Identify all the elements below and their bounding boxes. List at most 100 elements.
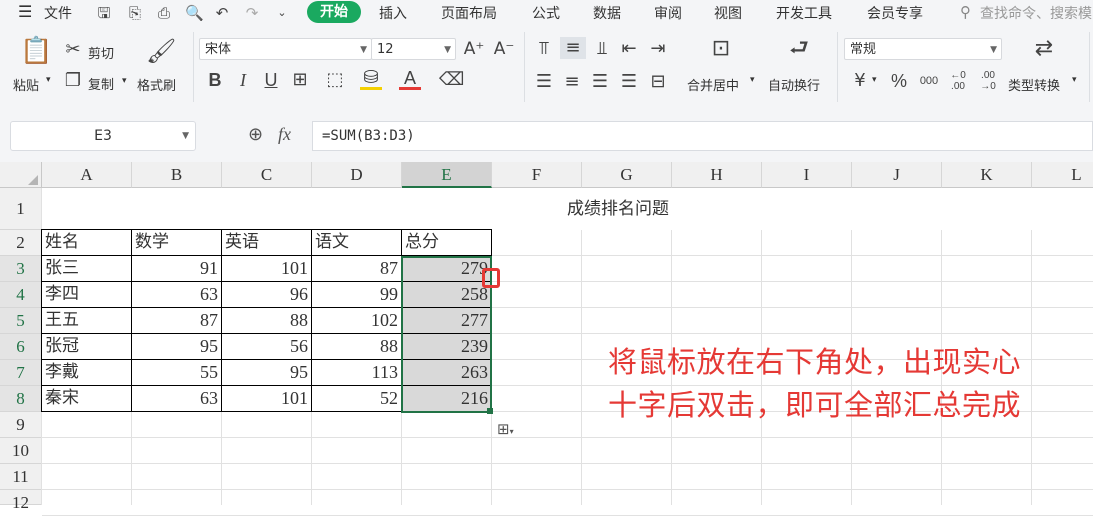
justify-icon[interactable]: ☰ bbox=[619, 71, 639, 93]
thousands-separator-button[interactable]: 000 bbox=[917, 70, 941, 92]
table-cell[interactable]: 95 bbox=[131, 333, 222, 360]
row-header-10[interactable]: 10 bbox=[0, 438, 42, 464]
column-header-f[interactable]: F bbox=[492, 162, 582, 188]
table-header-cell[interactable]: 英语 bbox=[221, 229, 312, 256]
zoom-formula-icon[interactable]: ⊕ bbox=[248, 124, 263, 145]
column-header-i[interactable]: I bbox=[762, 162, 852, 188]
percent-button[interactable]: % bbox=[888, 70, 910, 92]
align-middle-icon[interactable]: ≡ bbox=[560, 37, 586, 59]
autofill-options-button[interactable]: ⊞▾ bbox=[497, 418, 529, 440]
row-header-4[interactable]: 4 bbox=[0, 282, 42, 308]
column-header-h[interactable]: H bbox=[672, 162, 762, 188]
customize-dropdown-icon[interactable]: ⌄ bbox=[273, 4, 291, 22]
copy-button[interactable]: 复制 bbox=[88, 74, 114, 93]
row-header-6[interactable]: 6 bbox=[0, 334, 42, 360]
table-cell[interactable]: 113 bbox=[311, 359, 402, 386]
indent-increase-icon[interactable]: ⇥ bbox=[648, 38, 668, 60]
tab-page-layout[interactable]: 页面布局 bbox=[441, 3, 497, 23]
table-cell[interactable]: 87 bbox=[131, 307, 222, 334]
italic-button[interactable]: I bbox=[232, 69, 254, 91]
row-header-1[interactable]: 1 bbox=[0, 188, 42, 230]
table-header-cell[interactable]: 姓名 bbox=[41, 229, 132, 256]
table-cell[interactable]: 李四 bbox=[41, 281, 132, 308]
fill-pattern-icon[interactable]: ⬚ bbox=[324, 69, 346, 91]
merge-dropdown-icon[interactable]: ▾ bbox=[750, 75, 755, 85]
type-convert-dropdown-icon[interactable]: ▾ bbox=[1072, 75, 1077, 85]
border-icon[interactable]: ⊞ bbox=[289, 69, 311, 91]
distributed-icon[interactable]: ⊟ bbox=[648, 71, 668, 93]
tab-review[interactable]: 审阅 bbox=[654, 3, 682, 23]
font-name-select[interactable]: 宋体 ▼ bbox=[199, 38, 372, 60]
formula-input[interactable]: =SUM(B3:D3) bbox=[312, 121, 1093, 151]
align-bottom-icon[interactable]: ⫫ bbox=[592, 38, 612, 60]
font-color-icon[interactable]: A bbox=[399, 69, 421, 90]
column-header-k[interactable]: K bbox=[942, 162, 1032, 188]
print-icon[interactable]: ⎙ bbox=[155, 4, 173, 22]
undo-icon[interactable]: ↶ bbox=[213, 4, 231, 22]
row-header-8[interactable]: 8 bbox=[0, 386, 42, 412]
export-icon[interactable]: ⎘ bbox=[126, 4, 144, 22]
copy-dropdown-icon[interactable]: ▾ bbox=[122, 76, 127, 86]
table-header-cell[interactable]: 总分 bbox=[401, 229, 492, 256]
table-cell[interactable]: 239 bbox=[401, 333, 492, 360]
cut-button[interactable]: 剪切 bbox=[88, 43, 114, 62]
paste-icon[interactable]: 📋 bbox=[20, 36, 52, 66]
font-size-select[interactable]: 12 ▼ bbox=[371, 38, 456, 60]
column-header-e[interactable]: E bbox=[402, 162, 492, 188]
row-header-12[interactable]: 12 bbox=[0, 490, 42, 512]
hamburger-icon[interactable]: ☰ bbox=[18, 2, 32, 21]
table-cell[interactable]: 99 bbox=[311, 281, 402, 308]
table-cell[interactable]: 216 bbox=[401, 385, 492, 412]
select-all-corner[interactable] bbox=[0, 162, 42, 188]
command-search[interactable]: 查找命令、搜索模 bbox=[980, 3, 1092, 23]
table-cell[interactable]: 63 bbox=[131, 281, 222, 308]
redo-icon[interactable]: ↷ bbox=[243, 4, 261, 22]
row-header-3[interactable]: 3 bbox=[0, 256, 42, 282]
table-cell[interactable]: 87 bbox=[311, 255, 402, 282]
bold-button[interactable]: B bbox=[204, 69, 226, 91]
file-menu[interactable]: 文件 bbox=[44, 3, 72, 23]
wrap-text-button[interactable]: 自动换行 bbox=[768, 75, 820, 94]
table-cell[interactable]: 55 bbox=[131, 359, 222, 386]
table-cell[interactable]: 101 bbox=[221, 255, 312, 282]
column-header-b[interactable]: B bbox=[132, 162, 222, 188]
table-cell[interactable]: 263 bbox=[401, 359, 492, 386]
table-cell[interactable]: 52 bbox=[311, 385, 402, 412]
tab-view[interactable]: 视图 bbox=[714, 3, 742, 23]
tab-home[interactable]: 开始 bbox=[307, 1, 361, 23]
table-header-cell[interactable]: 数学 bbox=[131, 229, 222, 256]
column-header-a[interactable]: A bbox=[42, 162, 132, 188]
table-cell[interactable]: 277 bbox=[401, 307, 492, 334]
save-icon[interactable]: 🖫 bbox=[95, 4, 113, 22]
decrease-decimal-icon[interactable]: .00 →0 bbox=[976, 70, 1000, 92]
align-left-icon[interactable]: ☰ bbox=[534, 71, 554, 93]
table-cell[interactable]: 王五 bbox=[41, 307, 132, 334]
table-cell[interactable]: 张三 bbox=[41, 255, 132, 282]
table-cell[interactable]: 秦宋 bbox=[41, 385, 132, 412]
table-cell[interactable]: 56 bbox=[221, 333, 312, 360]
table-cell[interactable]: 96 bbox=[221, 281, 312, 308]
currency-dropdown-icon[interactable]: ▾ bbox=[872, 75, 877, 85]
type-convert-button[interactable]: 类型转换 bbox=[1008, 75, 1060, 94]
sheet-title[interactable]: 成绩排名问题 bbox=[42, 188, 1093, 230]
table-cell[interactable]: 101 bbox=[221, 385, 312, 412]
tab-insert[interactable]: 插入 bbox=[379, 3, 407, 23]
column-header-d[interactable]: D bbox=[312, 162, 402, 188]
tab-formulas[interactable]: 公式 bbox=[532, 3, 560, 23]
table-cell[interactable]: 91 bbox=[131, 255, 222, 282]
paste-dropdown-icon[interactable]: ▾ bbox=[46, 75, 51, 85]
column-header-l[interactable]: L bbox=[1032, 162, 1093, 188]
row-header-7[interactable]: 7 bbox=[0, 360, 42, 386]
print-preview-icon[interactable]: 🔍 bbox=[185, 4, 204, 22]
table-cell[interactable]: 88 bbox=[221, 307, 312, 334]
table-header-cell[interactable]: 语文 bbox=[311, 229, 402, 256]
fill-color-icon[interactable]: ⛁ bbox=[360, 69, 382, 90]
table-cell[interactable]: 258 bbox=[401, 281, 492, 308]
column-header-g[interactable]: G bbox=[582, 162, 672, 188]
table-cell[interactable]: 张冠 bbox=[41, 333, 132, 360]
row-header-9[interactable]: 9 bbox=[0, 412, 42, 438]
align-right-icon[interactable]: ☰ bbox=[590, 71, 610, 93]
align-top-icon[interactable]: ⫪ bbox=[534, 38, 554, 60]
column-header-j[interactable]: J bbox=[852, 162, 942, 188]
table-cell[interactable]: 102 bbox=[311, 307, 402, 334]
